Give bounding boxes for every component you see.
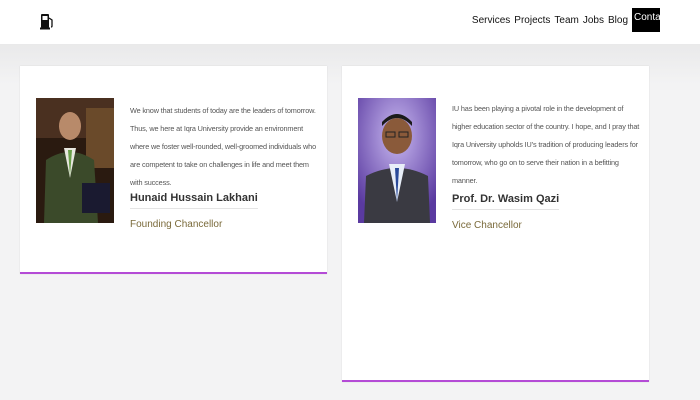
- chancellor-title: Founding Chancellor: [130, 219, 223, 230]
- chancellor-quote: We know that students of today are the l…: [130, 106, 316, 187]
- vice-chancellor-photo: [358, 98, 436, 223]
- site-header: Services Projects Team Jobs Blog Contac: [0, 0, 700, 44]
- nav-blog[interactable]: Blog: [608, 15, 628, 26]
- vice-chancellor-name: Prof. Dr. Wasim Qazi: [452, 193, 560, 210]
- nav-services[interactable]: Services: [472, 15, 510, 26]
- nav-projects[interactable]: Projects: [514, 15, 550, 26]
- chancellor-photo: [36, 98, 114, 223]
- fuel-pump-icon[interactable]: [40, 12, 54, 30]
- leader-card-chancellor: We know that students of today are the l…: [20, 66, 327, 274]
- vice-chancellor-quote: IU has been playing a pivotal role in th…: [452, 104, 640, 185]
- main-nav: Services Projects Team Jobs Blog Contac: [472, 8, 660, 32]
- nav-jobs[interactable]: Jobs: [583, 15, 604, 26]
- nav-team[interactable]: Team: [554, 15, 578, 26]
- leader-card-vice-chancellor: IU has been playing a pivotal role in th…: [342, 66, 649, 382]
- nav-contact[interactable]: Contac: [632, 8, 660, 32]
- chancellor-name: Hunaid Hussain Lakhani: [130, 192, 258, 209]
- vice-chancellor-title: Vice Chancellor: [452, 220, 522, 231]
